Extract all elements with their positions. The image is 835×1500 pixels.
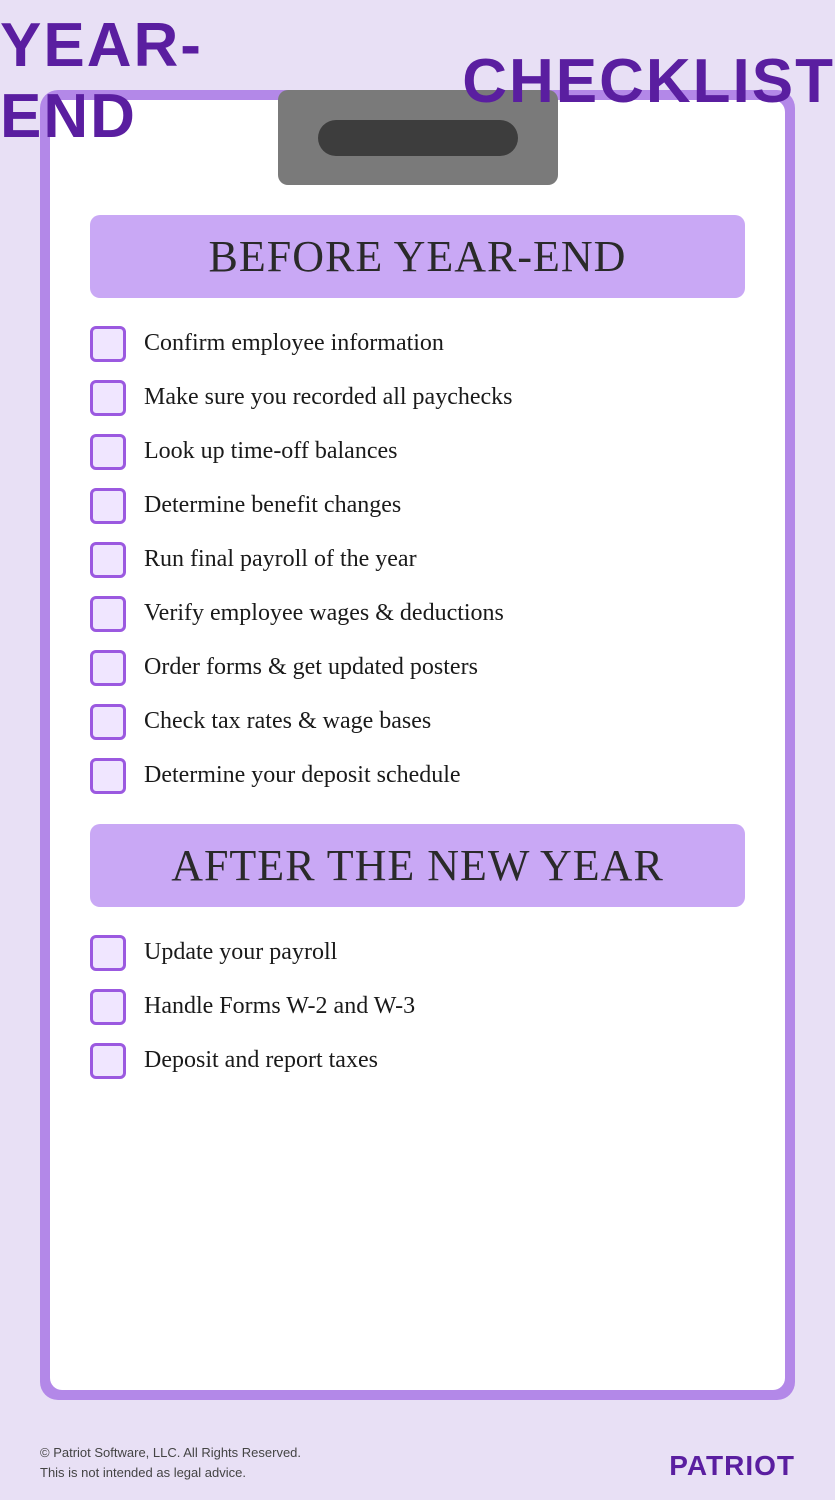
checkbox-11[interactable] [90, 989, 126, 1025]
list-item: Order forms & get updated posters [90, 650, 745, 686]
before-year-end-header: BEFORE YEAR-END [90, 215, 745, 298]
list-item: Confirm employee information [90, 326, 745, 362]
checkbox-2[interactable] [90, 380, 126, 416]
before-year-end-title: BEFORE YEAR-END [209, 232, 627, 281]
checkbox-1[interactable] [90, 326, 126, 362]
checklist-label-10: Update your payroll [144, 937, 337, 968]
checklist-label-6: Verify employee wages & deductions [144, 598, 504, 629]
checkbox-6[interactable] [90, 596, 126, 632]
checkbox-3[interactable] [90, 434, 126, 470]
checklist-label-4: Determine benefit changes [144, 490, 401, 521]
list-item: Check tax rates & wage bases [90, 704, 745, 740]
title-year-end: YEAR-END [0, 10, 322, 152]
after-new-year-list: Update your payroll Handle Forms W-2 and… [90, 935, 745, 1079]
title-checklist: CHECKLIST [462, 46, 835, 117]
checkbox-5[interactable] [90, 542, 126, 578]
list-item: Look up time-off balances [90, 434, 745, 470]
checklist-label-5: Run final payroll of the year [144, 544, 417, 575]
after-new-year-header: AFTER THE NEW YEAR [90, 824, 745, 907]
before-year-end-list: Confirm employee information Make sure y… [90, 326, 745, 794]
page-container: YEAR-END CHECKLIST BEFORE YEAR-END Confi… [0, 0, 835, 1500]
list-item: Deposit and report taxes [90, 1043, 745, 1079]
footer-brand: PATRIOT [669, 1450, 795, 1482]
title-row: YEAR-END CHECKLIST [0, 10, 835, 152]
footer: © Patriot Software, LLC. All Rights Rese… [40, 1443, 795, 1482]
list-item: Determine benefit changes [90, 488, 745, 524]
checklist-label-12: Deposit and report taxes [144, 1045, 378, 1076]
footer-legal: © Patriot Software, LLC. All Rights Rese… [40, 1443, 301, 1482]
checklist-label-8: Check tax rates & wage bases [144, 706, 431, 737]
checkbox-9[interactable] [90, 758, 126, 794]
checklist-label-1: Confirm employee information [144, 328, 444, 359]
clipboard-board: BEFORE YEAR-END Confirm employee informa… [40, 90, 795, 1400]
checkbox-12[interactable] [90, 1043, 126, 1079]
checklist-label-9: Determine your deposit schedule [144, 760, 461, 791]
footer-disclaimer: This is not intended as legal advice. [40, 1463, 301, 1483]
checklist-label-2: Make sure you recorded all paychecks [144, 382, 513, 413]
checkbox-10[interactable] [90, 935, 126, 971]
list-item: Run final payroll of the year [90, 542, 745, 578]
checkbox-7[interactable] [90, 650, 126, 686]
checklist-label-11: Handle Forms W-2 and W-3 [144, 991, 415, 1022]
clipboard-inner: BEFORE YEAR-END Confirm employee informa… [50, 100, 785, 1390]
checklist-label-7: Order forms & get updated posters [144, 652, 478, 683]
after-new-year-title: AFTER THE NEW YEAR [171, 841, 664, 890]
list-item: Determine your deposit schedule [90, 758, 745, 794]
checklist-label-3: Look up time-off balances [144, 436, 397, 467]
checkbox-4[interactable] [90, 488, 126, 524]
checkbox-8[interactable] [90, 704, 126, 740]
list-item: Make sure you recorded all paychecks [90, 380, 745, 416]
footer-copyright: © Patriot Software, LLC. All Rights Rese… [40, 1443, 301, 1463]
list-item: Update your payroll [90, 935, 745, 971]
list-item: Handle Forms W-2 and W-3 [90, 989, 745, 1025]
list-item: Verify employee wages & deductions [90, 596, 745, 632]
